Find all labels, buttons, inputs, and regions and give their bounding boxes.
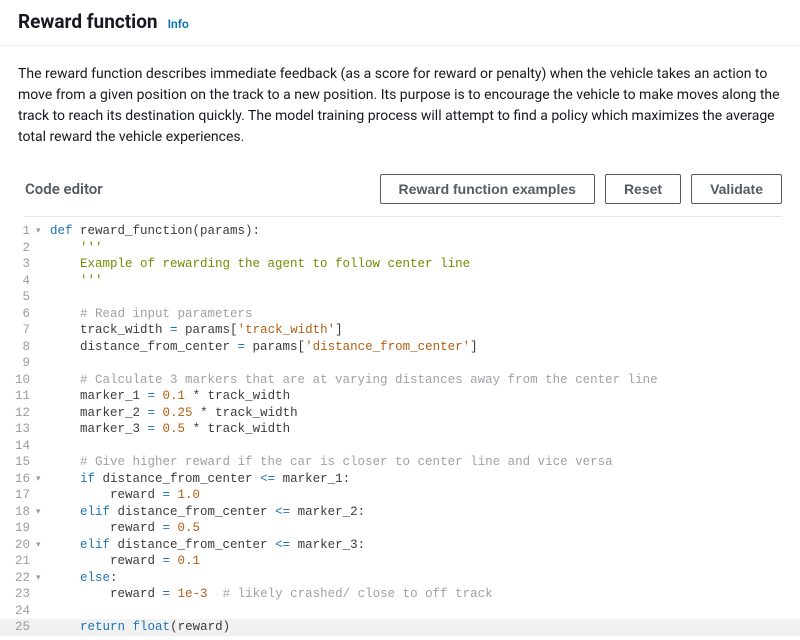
- divider: [25, 216, 782, 217]
- line-number: 10: [0, 372, 36, 389]
- code-line[interactable]: 24: [0, 603, 800, 620]
- page-title: Reward function: [18, 10, 158, 33]
- code-line[interactable]: 10 # Calculate 3 markers that are at var…: [0, 372, 800, 389]
- line-number: 21: [0, 553, 36, 570]
- code-line[interactable]: 5: [0, 289, 800, 306]
- code-line[interactable]: 22▾ else:: [0, 570, 800, 587]
- description-text: The reward function describes immediate …: [18, 64, 782, 148]
- code-line[interactable]: 18▾ elif distance_from_center <= marker_…: [0, 504, 800, 521]
- line-number: 20▾: [0, 537, 36, 554]
- line-number: 5: [0, 289, 36, 306]
- line-number: 25: [0, 619, 36, 636]
- code-line[interactable]: 9: [0, 355, 800, 372]
- code-line[interactable]: 19 reward = 0.5: [0, 520, 800, 537]
- line-number: 3: [0, 256, 36, 273]
- line-number: 17: [0, 487, 36, 504]
- info-link[interactable]: Info: [168, 17, 189, 31]
- code-line[interactable]: 13 marker_3 = 0.5 * track_width: [0, 421, 800, 438]
- code-line[interactable]: 4 ''': [0, 273, 800, 290]
- line-number: 18▾: [0, 504, 36, 521]
- validate-button[interactable]: Validate: [691, 174, 782, 204]
- code-line[interactable]: 8 distance_from_center = params['distanc…: [0, 339, 800, 356]
- line-number: 9: [0, 355, 36, 372]
- line-number: 13: [0, 421, 36, 438]
- code-line[interactable]: 12 marker_2 = 0.25 * track_width: [0, 405, 800, 422]
- fold-icon[interactable]: ▾: [36, 504, 41, 521]
- code-line[interactable]: 23 reward = 1e-3 # likely crashed/ close…: [0, 586, 800, 603]
- code-line[interactable]: 3 Example of rewarding the agent to foll…: [0, 256, 800, 273]
- code-line[interactable]: 25 return float(reward): [0, 619, 800, 636]
- code-editor[interactable]: 1▾ def reward_function(params): 2 ''' 3 …: [0, 221, 800, 640]
- code-line[interactable]: 6 # Read input parameters: [0, 306, 800, 323]
- line-number: 7: [0, 322, 36, 339]
- code-line[interactable]: 11 marker_1 = 0.1 * track_width: [0, 388, 800, 405]
- line-number: 16▾: [0, 471, 36, 488]
- line-number: 11: [0, 388, 36, 405]
- line-number: 6: [0, 306, 36, 323]
- line-number: 15: [0, 454, 36, 471]
- examples-button[interactable]: Reward function examples: [380, 174, 595, 204]
- line-number: 2: [0, 240, 36, 257]
- code-line[interactable]: 17 reward = 1.0: [0, 487, 800, 504]
- code-line[interactable]: 2 ''': [0, 240, 800, 257]
- reset-button[interactable]: Reset: [605, 174, 681, 204]
- editor-toolbar: Code editor Reward function examples Res…: [0, 166, 800, 216]
- code-line[interactable]: 20▾ elif distance_from_center <= marker_…: [0, 537, 800, 554]
- code-line[interactable]: 7 track_width = params['track_width']: [0, 322, 800, 339]
- line-number: 22▾: [0, 570, 36, 587]
- line-number: 1▾: [0, 223, 36, 240]
- code-line[interactable]: 16▾ if distance_from_center <= marker_1:: [0, 471, 800, 488]
- code-line[interactable]: 15 # Give higher reward if the car is cl…: [0, 454, 800, 471]
- line-number: 14: [0, 438, 36, 455]
- code-editor-label: Code editor: [25, 180, 370, 198]
- fold-icon[interactable]: ▾: [36, 223, 41, 240]
- code-line[interactable]: 21 reward = 0.1: [0, 553, 800, 570]
- code-line[interactable]: 1▾ def reward_function(params):: [0, 223, 800, 240]
- fold-icon[interactable]: ▾: [36, 537, 41, 554]
- line-number: 12: [0, 405, 36, 422]
- fold-icon[interactable]: ▾: [36, 570, 41, 587]
- line-number: 19: [0, 520, 36, 537]
- line-number: 24: [0, 603, 36, 620]
- fold-icon[interactable]: ▾: [36, 471, 41, 488]
- line-number: 4: [0, 273, 36, 290]
- line-number: 8: [0, 339, 36, 356]
- code-line[interactable]: 14: [0, 438, 800, 455]
- line-number: 23: [0, 586, 36, 603]
